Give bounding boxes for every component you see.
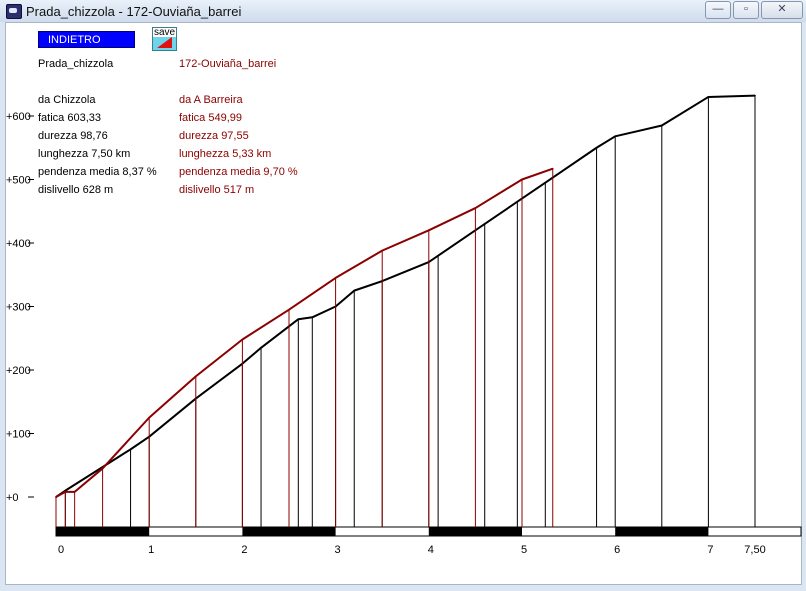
series2-point (101, 467, 104, 470)
series2-point (521, 178, 523, 181)
x-tick-label: 2 (241, 544, 247, 556)
series2-point (241, 338, 244, 341)
y-tick-label: +300 (6, 302, 31, 314)
series1-point (754, 94, 756, 97)
y-tick-label: +100 (6, 429, 31, 441)
distance-bar-segment (428, 527, 522, 536)
series1-point (707, 96, 710, 98)
series1-point (129, 448, 132, 451)
series1-point (483, 223, 486, 225)
series2-profile-line (55, 167, 554, 498)
series1-point (297, 318, 300, 321)
series2-point (551, 167, 554, 170)
series2-point (195, 375, 197, 378)
series2-point (428, 229, 430, 232)
series1-point (614, 135, 616, 138)
x-tick-label: 5 (521, 544, 527, 556)
y-tick-label: +200 (6, 365, 31, 377)
distance-bar-segment (242, 527, 336, 536)
series2-point (55, 496, 57, 498)
series1-point (311, 316, 314, 319)
x-tick-label: 6 (614, 544, 620, 556)
series2-point (288, 308, 290, 311)
series1-point (437, 254, 439, 257)
series1-point (595, 146, 598, 149)
distance-bar-segment (56, 527, 150, 536)
y-tick-label: +400 (6, 238, 31, 250)
x-tick-label: 0 (58, 544, 64, 556)
x-tick-label: 7,50 (744, 544, 765, 556)
x-tick-label: 4 (428, 544, 434, 556)
series2-point (474, 207, 477, 209)
series2-point (148, 416, 150, 419)
distance-bar-segment (615, 527, 709, 536)
series1-profile-line (55, 94, 756, 498)
y-tick-label: +600 (6, 111, 31, 123)
series2-point (73, 491, 76, 493)
series1-point (260, 346, 262, 349)
series2-point (334, 277, 337, 279)
x-tick-label: 3 (335, 544, 341, 556)
series2-point (64, 491, 67, 493)
series1-point (544, 181, 547, 184)
series2-point (381, 249, 384, 252)
x-tick-label: 1 (148, 544, 154, 556)
elevation-chart: +0 +100 +200 +300 +400 +500 +600 0 1 2 3 4 5 6 7 7,50 (6, 94, 802, 556)
x-tick-label: 7 (707, 544, 713, 556)
series1-point (516, 200, 519, 203)
series1-point (661, 124, 663, 127)
series1-point (353, 289, 356, 292)
y-tick-label: +0 (6, 492, 19, 504)
y-tick-label: +500 (6, 175, 31, 187)
